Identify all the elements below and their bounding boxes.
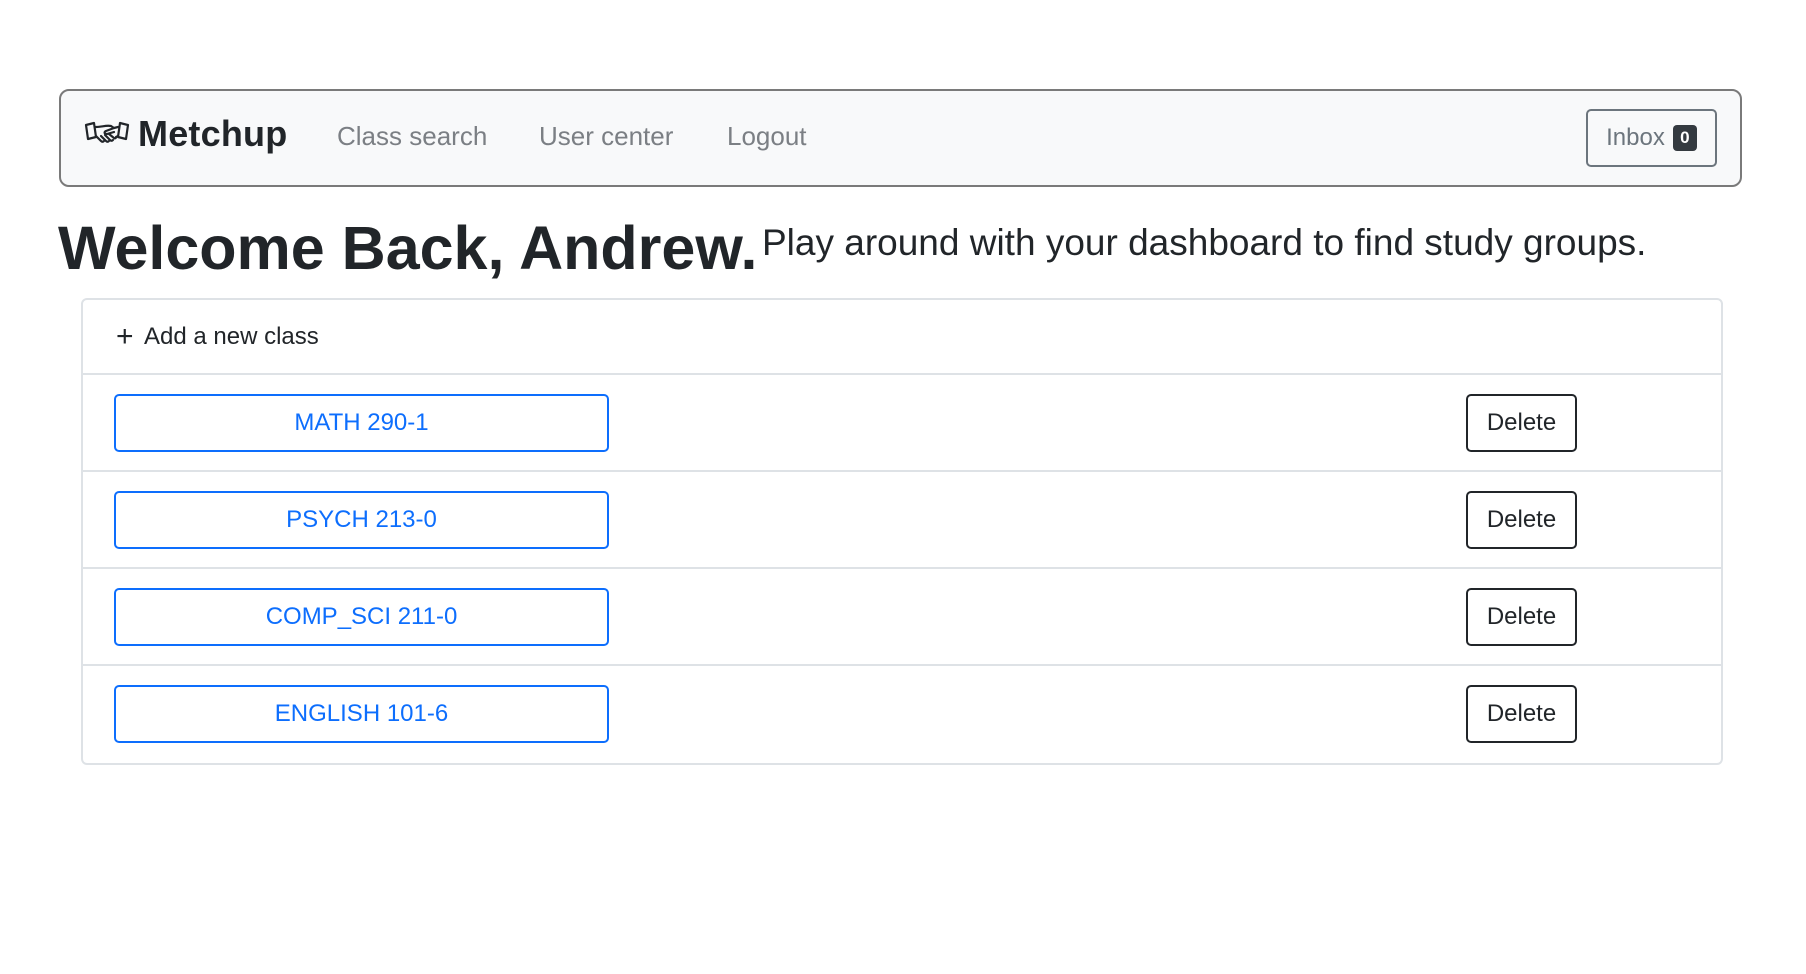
- nav-link-user-center[interactable]: User center: [539, 121, 673, 152]
- delete-button[interactable]: Delete: [1466, 588, 1577, 646]
- delete-button[interactable]: Delete: [1466, 394, 1577, 452]
- list-item: MATH 290-1 Delete: [83, 375, 1721, 472]
- list-item: COMP_SCI 211-0 Delete: [83, 569, 1721, 666]
- navbar: Metchup Class search User center Logout …: [59, 89, 1742, 187]
- delete-button[interactable]: Delete: [1466, 491, 1577, 549]
- page-subtitle: Play around with your dashboard to find …: [762, 222, 1647, 263]
- nav-link-class-search[interactable]: Class search: [337, 121, 487, 152]
- class-button[interactable]: MATH 290-1: [114, 394, 609, 452]
- inbox-label: Inbox: [1606, 124, 1665, 151]
- add-class-label: Add a new class: [144, 322, 319, 350]
- delete-button[interactable]: Delete: [1466, 685, 1577, 743]
- add-class-button[interactable]: + Add a new class: [83, 300, 1721, 375]
- class-list: + Add a new class MATH 290-1 Delete PSYC…: [81, 298, 1723, 765]
- class-button[interactable]: PSYCH 213-0: [114, 491, 609, 549]
- page-title: Welcome Back, Andrew.: [58, 214, 758, 282]
- nav-link-logout[interactable]: Logout: [727, 121, 807, 152]
- inbox-button[interactable]: Inbox 0: [1586, 109, 1717, 167]
- inbox-count-badge: 0: [1672, 125, 1697, 151]
- handshake-icon: [84, 121, 130, 143]
- list-item: PSYCH 213-0 Delete: [83, 472, 1721, 569]
- list-item: ENGLISH 101-6 Delete: [83, 666, 1721, 763]
- class-button[interactable]: ENGLISH 101-6: [114, 685, 609, 743]
- class-button[interactable]: COMP_SCI 211-0: [114, 588, 609, 646]
- brand-name: Metchup: [138, 113, 288, 154]
- plus-icon: +: [116, 319, 134, 353]
- brand[interactable]: Metchup: [84, 113, 287, 155]
